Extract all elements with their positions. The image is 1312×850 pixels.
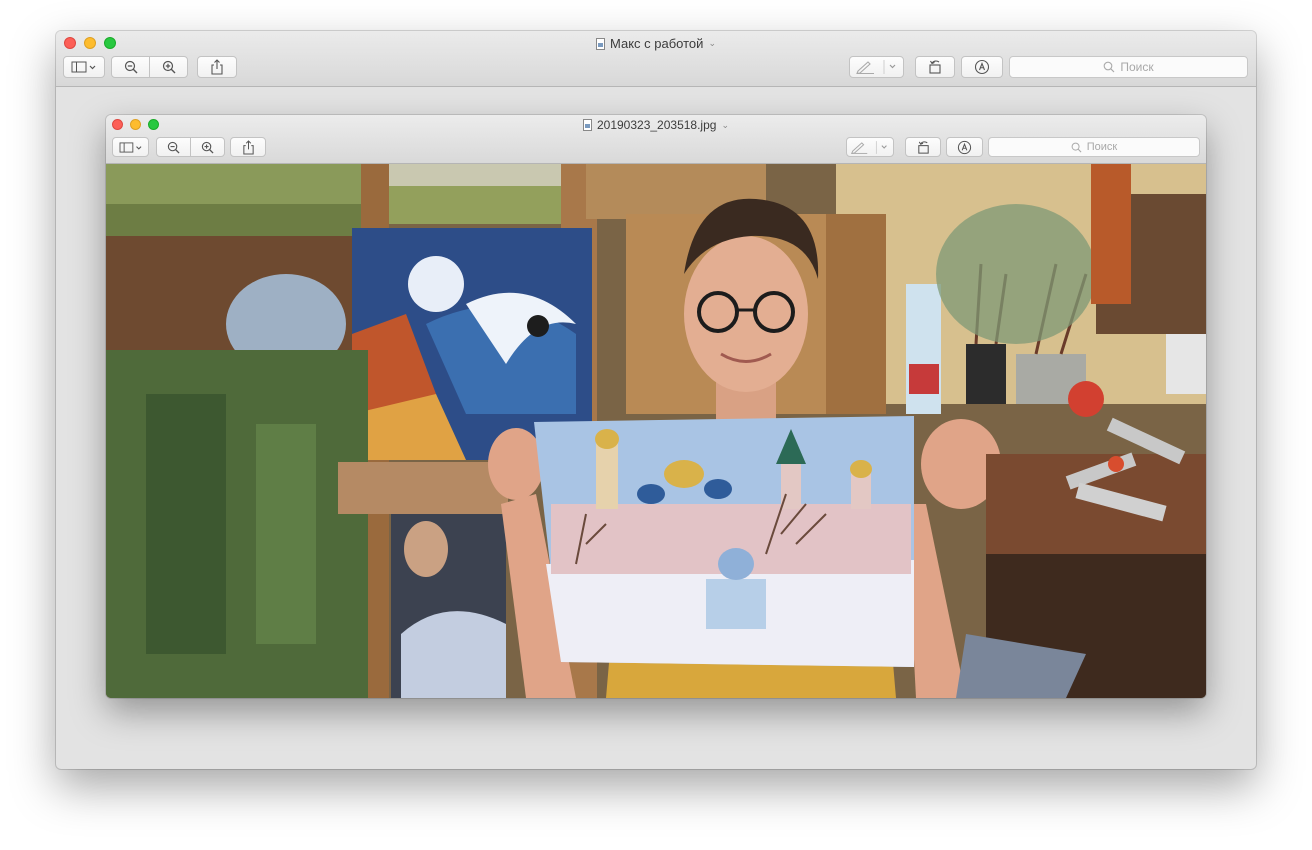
markup-pen-button[interactable]	[849, 56, 904, 78]
inner-zoom-in-icon	[201, 141, 214, 154]
document-icon	[596, 37, 606, 50]
inner-zoom-out-icon	[167, 141, 180, 154]
rotate-button[interactable]	[915, 56, 955, 78]
striped-scarf	[1091, 164, 1131, 304]
studio-photo	[106, 164, 1206, 698]
inner-window-title[interactable]: 20190323_203518.jpg ⌄	[106, 118, 1206, 132]
inner-search-field[interactable]: Поиск	[988, 137, 1200, 157]
zoom-in-icon	[162, 60, 175, 74]
window-title[interactable]: Макс с работой ⌄	[56, 36, 1256, 51]
inner-search-placeholder: Поиск	[1086, 141, 1118, 153]
search-placeholder: Поиск	[1120, 60, 1154, 74]
inner-search-icon	[1071, 142, 1082, 152]
share-button[interactable]	[197, 56, 237, 78]
inner-annotate-icon	[957, 140, 972, 154]
outer-preview-window: Макс с работой ⌄ Поиск 20190323_203518.j…	[56, 31, 1256, 769]
search-field[interactable]: Поиск	[1009, 56, 1248, 78]
inner-preview-window: 20190323_203518.jpg ⌄ Поиск	[106, 115, 1206, 698]
zoom-out-button[interactable]	[111, 56, 150, 78]
inner-zoom-in-button[interactable]	[190, 137, 225, 157]
inner-titlebar: 20190323_203518.jpg ⌄ Поиск	[106, 115, 1206, 164]
green-painting	[106, 350, 368, 698]
brush-jar	[966, 344, 1006, 404]
sidebar-icon	[71, 61, 96, 73]
chevron-down-icon[interactable]: ⌄	[708, 38, 716, 49]
boy-face	[684, 236, 808, 392]
pen-icon	[855, 60, 895, 74]
annotate-button[interactable]	[961, 56, 1003, 78]
outer-titlebar: Макс с работой ⌄ Поиск	[56, 31, 1256, 87]
sidebar-button[interactable]	[63, 56, 105, 78]
rotate-icon	[929, 60, 941, 74]
inner-document-icon	[582, 119, 592, 131]
inner-sidebar-icon	[119, 141, 141, 153]
zoom-out-icon	[124, 60, 137, 74]
left-hand	[488, 428, 544, 500]
search-icon	[1104, 61, 1115, 73]
inner-share-icon	[242, 139, 254, 155]
inner-share-button[interactable]	[230, 137, 266, 157]
inner-window-title-text: 20190323_203518.jpg	[596, 118, 717, 132]
inner-sidebar-button[interactable]	[112, 137, 149, 157]
inner-zoom-out-button[interactable]	[156, 137, 191, 157]
palette-board	[338, 462, 508, 514]
inner-chevron-down-icon[interactable]: ⌄	[721, 120, 729, 131]
annotate-icon	[974, 59, 990, 75]
inner-pen-icon	[850, 140, 887, 154]
monastery-painting	[534, 416, 914, 667]
inner-rotate-button[interactable]	[905, 137, 941, 157]
inner-annotate-button[interactable]	[946, 137, 983, 157]
share-icon	[211, 59, 223, 75]
window-title-text: Макс с работой	[610, 36, 704, 51]
inner-rotate-icon	[917, 140, 929, 154]
zoom-in-button[interactable]	[149, 56, 188, 78]
water-bottle	[906, 284, 941, 414]
eucalyptus-plant	[936, 204, 1096, 344]
inner-markup-pen-button[interactable]	[846, 137, 894, 157]
